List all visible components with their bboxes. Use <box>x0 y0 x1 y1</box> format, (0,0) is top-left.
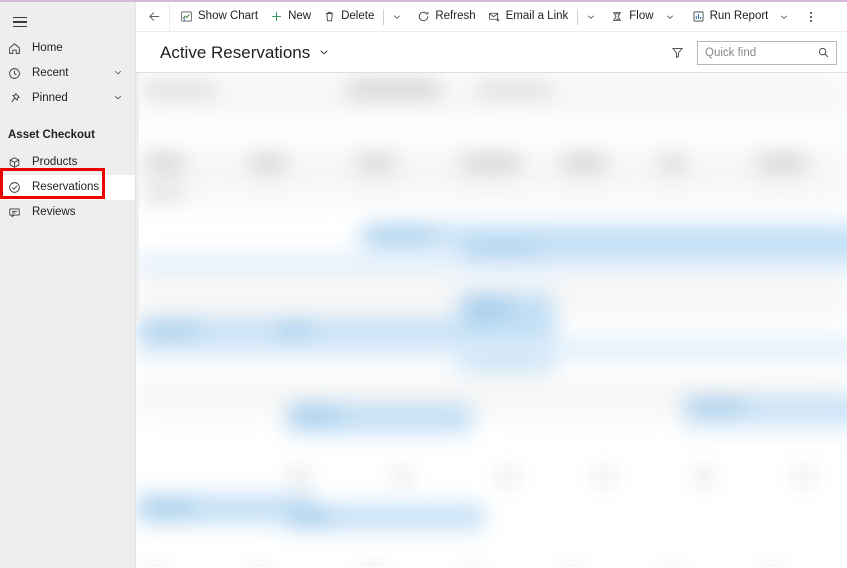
command-label: Delete <box>341 9 375 22</box>
command-label: New <box>288 9 312 22</box>
show-chart-icon <box>180 10 193 23</box>
view-header-tools <box>667 32 837 73</box>
filter-icon[interactable] <box>667 42 687 64</box>
chevron-down-icon[interactable] <box>113 67 123 80</box>
delete-button[interactable]: Delete <box>317 3 380 31</box>
refresh-button[interactable]: Refresh <box>411 3 481 31</box>
sidebar-item-pinned[interactable]: Pinned <box>0 86 135 111</box>
command-label: Run Report <box>709 9 769 22</box>
command-bar: Show Chart New Delete Refresh Email a Li… <box>136 2 847 32</box>
email-a-link-button[interactable]: Email a Link <box>482 3 575 31</box>
sidebar-item-label: Recent <box>32 66 69 79</box>
grid-left-edge <box>136 73 139 323</box>
sidebar-item-reviews[interactable]: Reviews <box>0 200 135 225</box>
clock-icon <box>8 67 25 80</box>
command-divider <box>383 8 385 25</box>
chevron-down-icon[interactable] <box>113 92 123 105</box>
sidebar-item-home[interactable]: Home <box>0 36 135 61</box>
window-accent-bar <box>0 0 847 2</box>
trash-icon <box>323 10 336 23</box>
navigation-sidebar: Home Recent Pinned Asset Checkout Produc… <box>0 2 136 568</box>
check-circle-icon <box>8 181 25 194</box>
delete-dropdown-caret[interactable] <box>387 3 407 31</box>
report-icon <box>692 10 705 23</box>
command-label: Flow <box>629 9 654 22</box>
sidebar-item-label: Home <box>32 41 63 54</box>
chevron-down-icon[interactable] <box>318 46 330 58</box>
reservations-grid[interactable] <box>136 73 847 567</box>
cube-icon <box>8 156 25 169</box>
view-header: Active Reservations <box>136 32 847 73</box>
sidebar-item-label: Reservations <box>32 180 100 193</box>
pin-icon <box>8 92 25 105</box>
more-commands-icon[interactable] <box>800 3 822 31</box>
home-icon <box>8 42 25 55</box>
flow-dropdown-caret[interactable] <box>660 3 680 31</box>
sidebar-item-label: Pinned <box>32 91 68 104</box>
sidebar-item-reservations[interactable]: Reservations <box>0 175 135 200</box>
email-link-dropdown-caret[interactable] <box>581 3 601 31</box>
command-divider <box>577 8 579 25</box>
sidebar-group-title: Asset Checkout <box>8 129 95 141</box>
sidebar-item-recent[interactable]: Recent <box>0 61 135 86</box>
search-input[interactable] <box>698 41 812 64</box>
flow-button[interactable]: Flow <box>605 3 659 31</box>
quick-find-box[interactable] <box>697 40 837 65</box>
main-content: Show Chart New Delete Refresh Email a Li… <box>136 2 847 568</box>
app-window: Home Recent Pinned Asset Checkout Produc… <box>0 0 847 568</box>
search-icon[interactable] <box>812 42 834 64</box>
sidebar-item-products[interactable]: Products <box>0 150 135 175</box>
show-chart-button[interactable]: Show Chart <box>174 3 264 31</box>
email-link-icon <box>488 10 501 23</box>
run-report-button[interactable]: Run Report <box>686 3 775 31</box>
run-report-dropdown-caret[interactable] <box>774 3 794 31</box>
sidebar-item-label: Products <box>32 155 78 168</box>
command-label: Show Chart <box>198 9 259 22</box>
command-label: Refresh <box>435 9 476 22</box>
flow-icon <box>611 10 624 23</box>
view-selector[interactable]: Active Reservations <box>160 44 330 61</box>
new-button[interactable]: New <box>264 3 317 31</box>
refresh-icon <box>417 10 430 23</box>
sidebar-item-label: Reviews <box>32 205 76 218</box>
grid-blurred-content <box>136 73 847 567</box>
back-button[interactable] <box>140 2 170 31</box>
command-label: Email a Link <box>505 9 569 22</box>
plus-icon <box>270 10 283 23</box>
comment-icon <box>8 206 25 219</box>
page-title: Active Reservations <box>160 42 311 62</box>
